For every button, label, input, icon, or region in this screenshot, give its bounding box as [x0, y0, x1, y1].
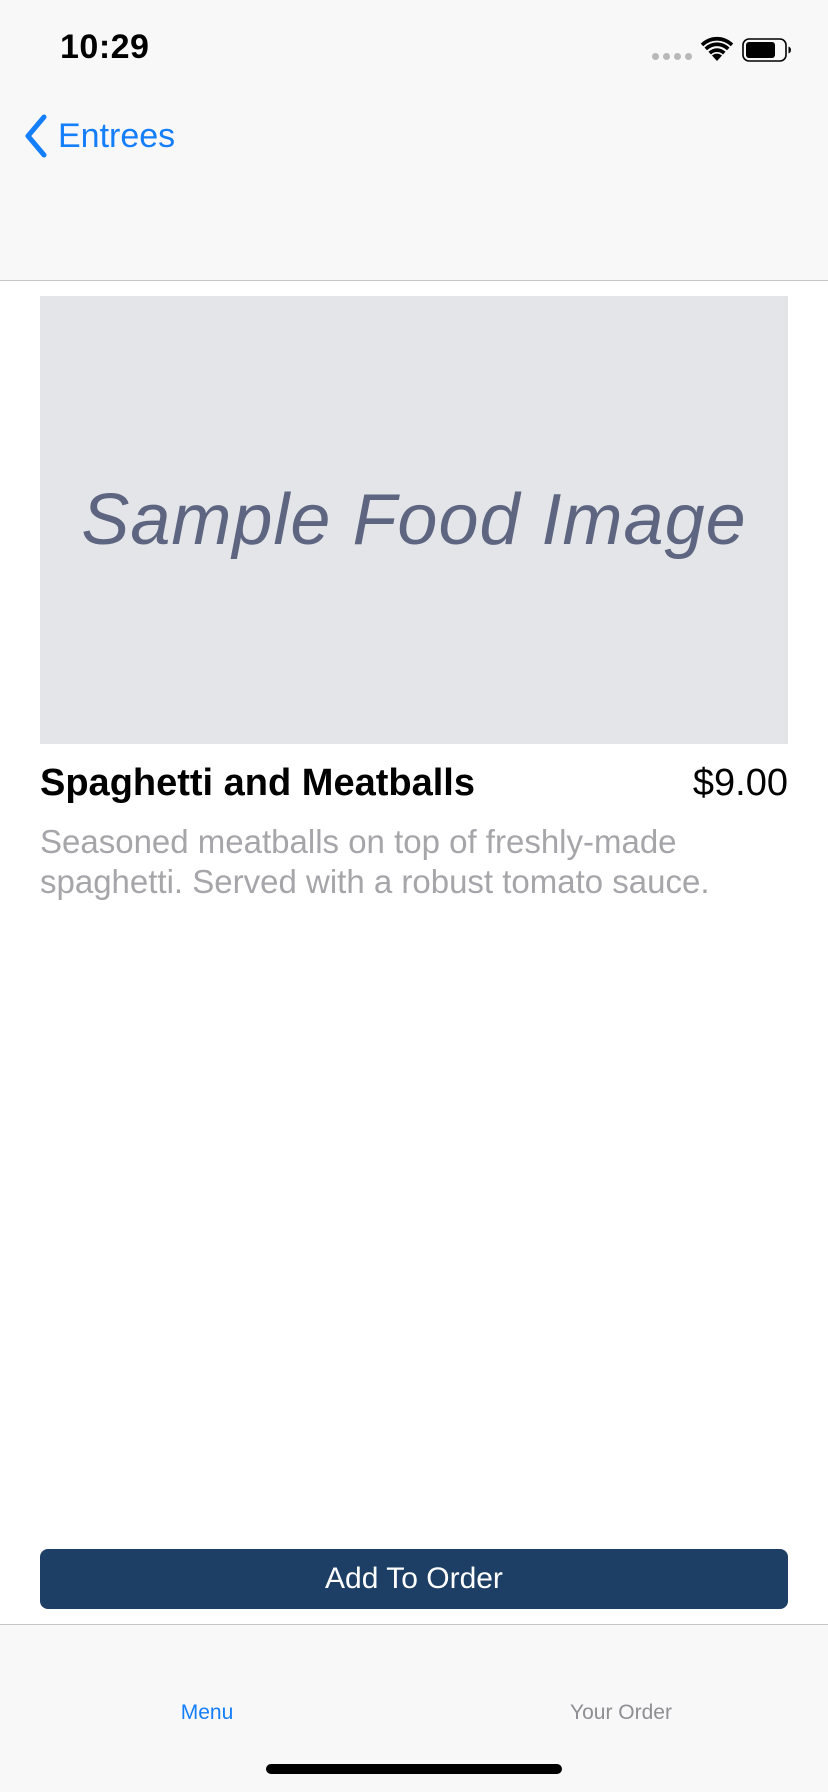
item-header: Spaghetti and Meatballs $9.00 — [40, 758, 788, 808]
tab-menu[interactable]: Menu — [0, 1625, 414, 1724]
tab-your-order-label: Your Order — [570, 1701, 672, 1724]
tab-menu-label: Menu — [180, 1701, 234, 1724]
item-title: Spaghetti and Meatballs — [40, 762, 475, 804]
battery-icon — [742, 38, 791, 62]
add-to-order-button[interactable]: Add To Order — [40, 1549, 788, 1609]
navigation-bar: Entrees — [0, 100, 828, 281]
status-time: 10:29 — [60, 28, 150, 66]
food-image: Sample Food Image — [40, 296, 788, 744]
add-to-order-label: Add To Order — [325, 1562, 503, 1595]
wifi-icon — [700, 36, 734, 61]
home-indicator — [266, 1764, 562, 1774]
item-price: $9.00 — [692, 762, 788, 804]
status-bar: 10:29 — [0, 0, 828, 100]
chevron-left-icon — [25, 114, 47, 158]
screen: 10:29 Entrees Sample Food Image Spaghett… — [0, 0, 828, 1792]
cellular-signal-icon — [652, 53, 692, 60]
back-button[interactable]: Entrees — [22, 110, 175, 162]
food-image-placeholder-text: Sample Food Image — [81, 480, 747, 560]
tab-your-order[interactable]: Your Order — [414, 1625, 828, 1724]
item-description: Seasoned meatballs on top of freshly-mad… — [40, 823, 710, 900]
back-button-label: Entrees — [58, 116, 176, 155]
